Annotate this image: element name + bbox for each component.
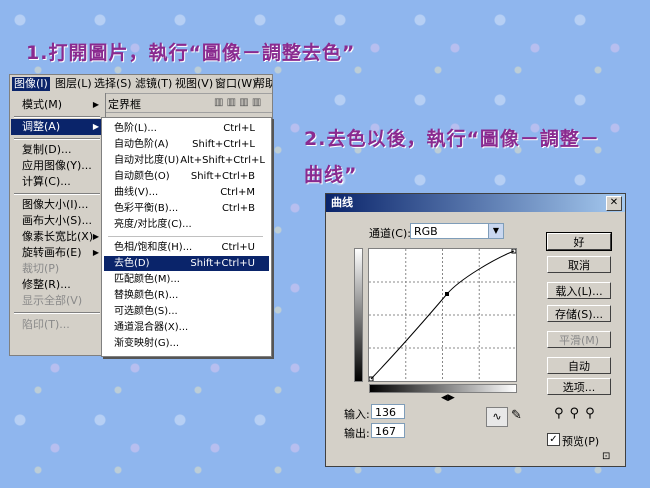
input-gradient-bar <box>369 384 517 393</box>
input-field[interactable]: 136 <box>371 404 405 419</box>
menu-view[interactable]: 视图(V) <box>173 77 215 91</box>
image-menu-item-adjust[interactable]: 调整(A) ▶ <box>11 119 102 135</box>
image-menu-item[interactable]: 画布大小(S)... <box>22 213 102 229</box>
image-menu-item[interactable]: 显示全部(V) <box>22 293 102 309</box>
arrow-right-icon: ▶ <box>92 232 99 241</box>
separator <box>14 312 100 314</box>
output-gradient-bar <box>354 248 363 382</box>
channel-label: 通道(C): <box>369 227 411 240</box>
adjust-item[interactable]: 自动颜色(O) Shift+Ctrl+B <box>104 169 269 184</box>
pencil-icon[interactable]: ✎ <box>511 408 522 423</box>
adjust-item[interactable]: 匹配颜色(M)... <box>104 272 269 287</box>
options-button[interactable]: 选项... <box>547 378 611 395</box>
curves-dialog: 曲线 ✕ 通道(C): RGB ▼ ◀▶ 输入: 136 输出: 167 ∿ ✎ <box>325 193 626 467</box>
image-menu-item[interactable]: 裁切(P) <box>22 261 102 277</box>
channel-value: RGB <box>414 225 438 238</box>
adjust-item[interactable]: 渐变映射(G)... <box>104 336 269 351</box>
align-icons[interactable]: ▥ ▥ ▥ ▥ <box>214 97 261 108</box>
image-menu-item[interactable]: 复制(D)... <box>22 142 102 158</box>
adjust-item[interactable]: 色相/饱和度(H)... Ctrl+U <box>104 240 269 255</box>
curve-tool-icon[interactable]: ∿ <box>486 407 508 427</box>
image-menu-item[interactable]: 图像大小(I)... <box>22 197 102 213</box>
adjust-item[interactable]: 色彩平衡(B)... Ctrl+B <box>104 201 269 216</box>
curve-control-point[interactable] <box>445 292 449 296</box>
arrow-right-icon: ▶ <box>92 248 99 257</box>
adjust-item[interactable]: 通道混合器(X)... <box>104 320 269 335</box>
image-menu-item[interactable]: 像素长宽比(X) ▶ <box>22 229 102 245</box>
ok-button[interactable]: 好 <box>546 232 612 251</box>
separator <box>14 138 100 140</box>
load-button[interactable]: 载入(L)... <box>547 282 611 299</box>
output-label: 输出: <box>344 427 370 440</box>
separator <box>14 116 100 118</box>
white-eyedropper-icon[interactable]: ⚲ <box>585 406 601 421</box>
separator <box>108 236 263 237</box>
curve-graph[interactable] <box>368 248 517 382</box>
gray-eyedropper-icon[interactable]: ⚲ <box>570 406 586 421</box>
save-button[interactable]: 存储(S)... <box>547 305 611 322</box>
image-menu-item[interactable]: 应用图像(Y)... <box>22 158 102 174</box>
bounding-box-label: 定界框 <box>108 98 141 111</box>
dialog-titlebar[interactable]: 曲线 ✕ <box>326 194 625 212</box>
step2-title-line1: 2.去色以後，執行“圖像－調整－ <box>304 128 600 150</box>
eyedropper-icons[interactable]: ⚲⚲⚲ <box>554 406 601 421</box>
image-menu: 模式(M) ▶ 调整(A) ▶ 复制(D)... 应用图像(Y)... 计算(C).… <box>10 93 106 355</box>
adjust-item[interactable]: 亮度/对比度(C)... <box>104 217 269 232</box>
menu-layer[interactable]: 图层(L) <box>53 77 94 91</box>
options-bar: 定界框 ▥ ▥ ▥ ▥ <box>106 94 272 113</box>
adjust-item[interactable]: 色阶(L)... Ctrl+L <box>104 121 269 136</box>
adjust-item[interactable]: 自动对比度(U) Alt+Shift+Ctrl+L <box>104 153 269 168</box>
arrow-right-icon: ▶ <box>92 100 99 109</box>
menu-filter[interactable]: 滤镜(T) <box>133 77 174 91</box>
arrow-right-icon: ▶ <box>92 122 99 131</box>
dialog-title: 曲线 <box>331 196 353 209</box>
menu-select[interactable]: 选择(S) <box>92 77 134 91</box>
step2-title-line2: 曲线” <box>304 164 358 186</box>
image-menu-item[interactable]: 陷印(T)... <box>22 317 102 333</box>
separator <box>14 193 100 195</box>
channel-select[interactable]: RGB ▼ <box>410 223 504 239</box>
output-field[interactable]: 167 <box>371 423 405 438</box>
chevron-down-icon[interactable]: ▼ <box>488 224 503 238</box>
auto-button[interactable]: 自动 <box>547 357 611 374</box>
preview-checkbox[interactable]: ✓ <box>547 433 560 446</box>
smooth-button[interactable]: 平滑(M) <box>547 331 611 348</box>
curve-svg <box>368 248 517 382</box>
menubar: 图像(I) 图层(L) 选择(S) 滤镜(T) 视图(V) 窗口(W) 帮助 <box>10 75 272 94</box>
adjust-item[interactable]: 替换颜色(R)... <box>104 288 269 303</box>
adjust-item-desaturate[interactable]: 去色(D) Shift+Ctrl+U <box>104 256 269 271</box>
expand-icon[interactable]: ⊡ <box>602 451 610 462</box>
preview-label: 预览(P) <box>562 435 600 448</box>
menu-image[interactable]: 图像(I) <box>12 77 50 91</box>
image-menu-item[interactable]: 修整(R)... <box>22 277 102 293</box>
input-label: 输入: <box>344 408 370 421</box>
black-eyedropper-icon[interactable]: ⚲ <box>554 406 570 421</box>
menu-help[interactable]: 帮助 <box>252 77 272 91</box>
adjust-item[interactable]: 自动色阶(A) Shift+Ctrl+L <box>104 137 269 152</box>
step1-title: 1.打開圖片，執行“圖像－調整去色” <box>26 42 356 64</box>
gradient-toggle-icon[interactable]: ◀▶ <box>441 393 455 403</box>
image-menu-item[interactable]: 计算(C)... <box>22 174 102 190</box>
image-menu-item[interactable]: 旋转画布(E) ▶ <box>22 245 102 261</box>
cancel-button[interactable]: 取消 <box>547 256 611 273</box>
image-menu-item[interactable]: 模式(M) ▶ <box>22 97 102 113</box>
adjust-submenu: 色阶(L)... Ctrl+L 自动色阶(A) Shift+Ctrl+L 自动对比度… <box>101 117 272 357</box>
adjust-item[interactable]: 曲线(V)... Ctrl+M <box>104 185 269 200</box>
adjust-item[interactable]: 可选颜色(S)... <box>104 304 269 319</box>
close-icon[interactable]: ✕ <box>606 196 622 211</box>
